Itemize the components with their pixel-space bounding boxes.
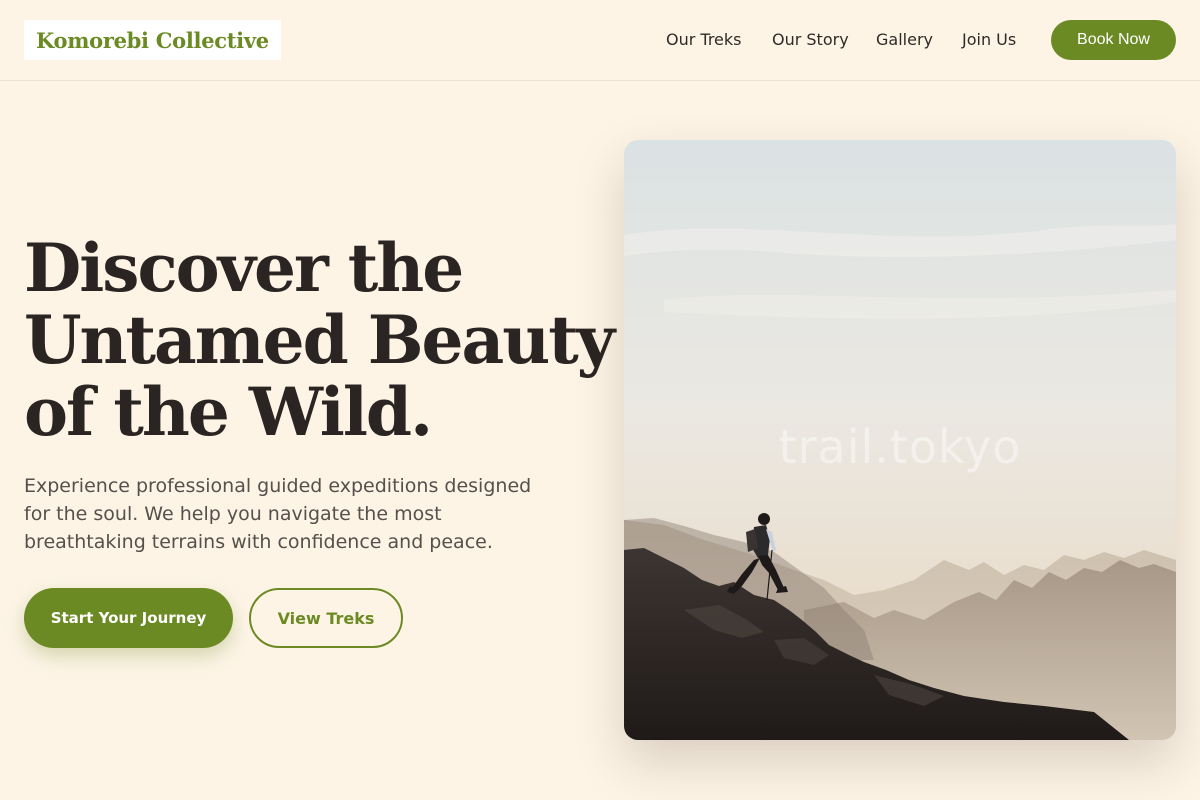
hero-title-line: of the Wild. (24, 373, 433, 451)
hero-title-line: Discover the (24, 229, 464, 307)
book-now-button[interactable]: Book Now (1051, 20, 1176, 60)
hero-image-hiker-on-mountain: trail.tokyo (624, 140, 1176, 740)
top-navigation-bar: Komorebi Collective Our Treks Our Story … (0, 0, 1200, 81)
nav-link-gallery[interactable]: Gallery (876, 20, 933, 60)
start-journey-button[interactable]: Start Your Journey (24, 588, 233, 648)
brand-logo[interactable]: Komorebi Collective (24, 20, 281, 60)
nav-link-join-us[interactable]: Join Us (962, 20, 1016, 60)
hero-title: Discover the Untamed Beauty of the Wild. (24, 229, 615, 451)
nav-link-our-treks[interactable]: Our Treks (666, 20, 742, 60)
nav-link-our-story[interactable]: Our Story (772, 20, 849, 60)
image-watermark: trail.tokyo (778, 420, 1022, 474)
view-treks-button[interactable]: View Treks (249, 588, 403, 648)
hero-subtitle: Experience professional guided expeditio… (24, 475, 532, 553)
hero-title-line: Untamed Beauty (24, 301, 615, 379)
